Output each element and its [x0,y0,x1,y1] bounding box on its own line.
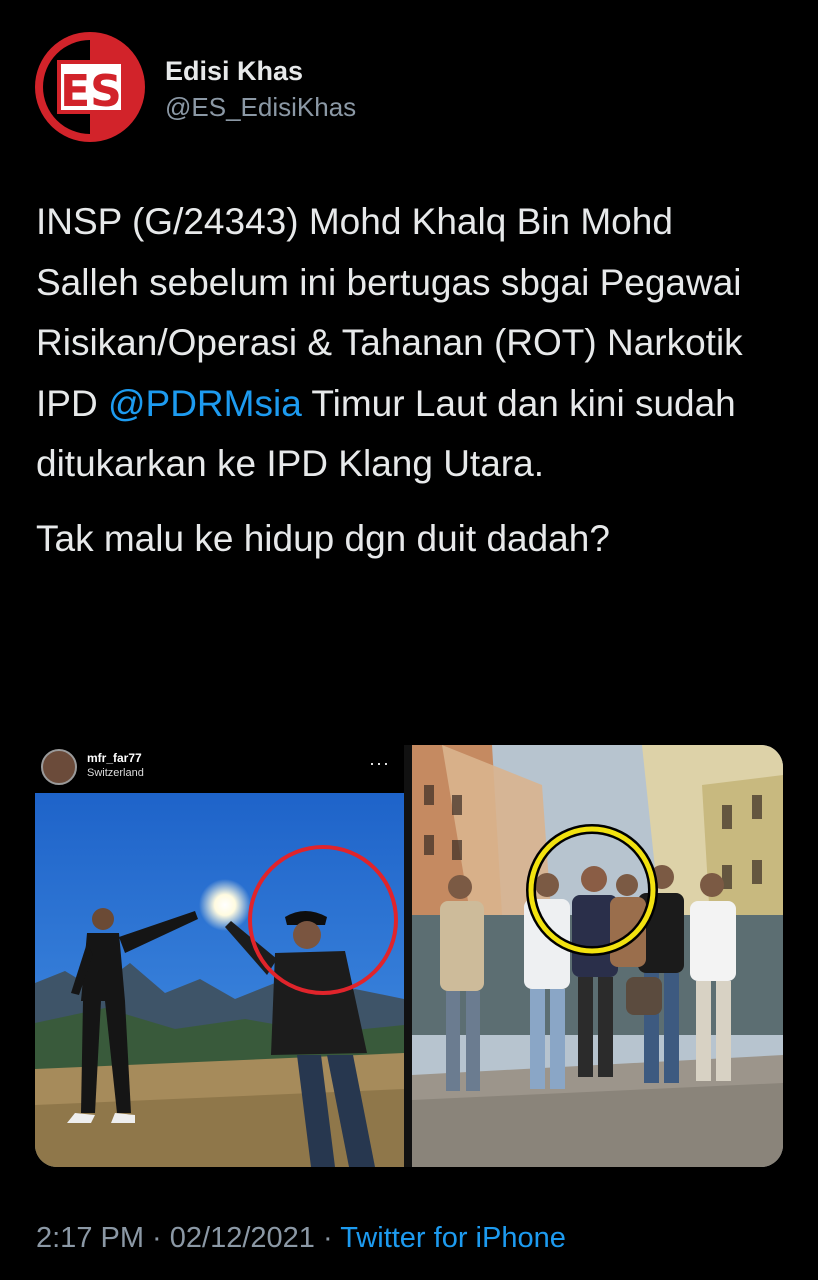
tweet-paragraph-2: Tak malu ke hidup dgn duit dadah? [36,517,610,559]
tweet-date[interactable]: 02/12/2021 [170,1222,315,1254]
tweet-text: INSP (G/24343) Mohd Khalq Bin Mohd Salle… [36,192,781,569]
tweet-meta: 2:17 PM · 02/12/2021 · Twitter for iPhon… [36,1222,566,1255]
instagram-location: Switzerland [87,767,144,779]
tweet-media: mfr_far77 Switzerland ··· [35,745,783,1167]
author-avatar[interactable]: ES [35,32,145,142]
tweet-time[interactable]: 2:17 PM [36,1222,144,1254]
author-display-name[interactable]: Edisi Khas [165,54,356,88]
mountain-photo [35,793,404,1167]
group-photo [412,745,783,1167]
author-handle[interactable]: @ES_EdisiKhas [165,90,356,124]
instagram-username: mfr_far77 [87,751,142,765]
media-photo-right[interactable] [412,745,783,1167]
mention-link[interactable]: @PDRMsia [108,383,302,424]
tweet-source-link[interactable]: Twitter for iPhone [340,1222,566,1254]
instagram-avatar [41,749,77,785]
avatar-logo-text: ES [60,66,122,117]
tweet-paragraph-1: INSP (G/24343) Mohd Khalq Bin Mohd Salle… [36,192,781,495]
meta-separator: · [144,1222,170,1254]
media-photo-left[interactable]: mfr_far77 Switzerland ··· [35,745,404,1167]
instagram-post-header: mfr_far77 Switzerland ··· [35,745,404,793]
more-options-icon: ··· [369,753,390,773]
meta-separator-2: · [314,1222,341,1254]
tweet-header: ES Edisi Khas @ES_EdisiKhas [35,32,795,147]
